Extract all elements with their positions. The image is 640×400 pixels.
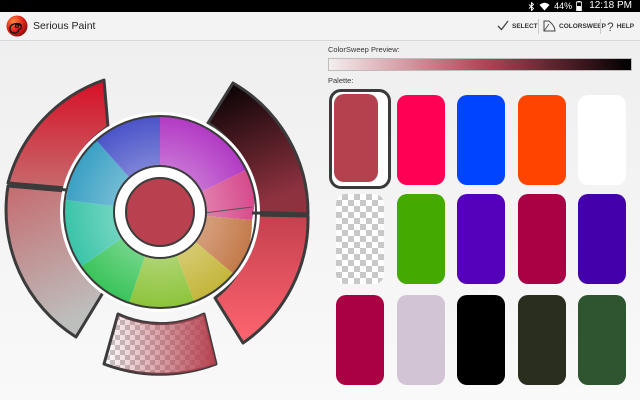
battery-percent: 44% [554, 1, 573, 11]
colorsweep-button[interactable]: COLORSWEEP [543, 18, 606, 35]
action-divider [600, 19, 601, 34]
question-mark-icon: ? [607, 19, 614, 34]
palette-swatch[interactable] [334, 94, 378, 182]
palette-swatch[interactable] [457, 95, 505, 185]
status-bar: 44% 12:18 PM [0, 0, 640, 12]
action-divider [538, 19, 539, 34]
battery-icon [576, 1, 583, 11]
palette-swatch[interactable] [518, 295, 566, 385]
app-title: Serious Paint [33, 20, 96, 32]
palette-swatch[interactable] [578, 295, 626, 385]
colorsweep-label: COLORSWEEP [559, 23, 606, 30]
action-bar: Serious Paint SELECT COLORSWEEP ? HELP [0, 12, 640, 41]
palette-swatch[interactable] [397, 95, 445, 185]
palette-swatch[interactable] [518, 194, 566, 284]
segment-divider [251, 211, 309, 216]
help-label: HELP [616, 23, 635, 30]
palette-swatch[interactable] [336, 295, 384, 385]
color-wheel-editor [4, 78, 310, 376]
palette-swatch[interactable] [457, 194, 505, 284]
palette-swatch[interactable] [518, 95, 566, 185]
help-button[interactable]: ? HELP [607, 18, 634, 35]
colorsweep-icon [543, 20, 556, 34]
bluetooth-icon [528, 1, 535, 11]
spiral-logo-icon[interactable] [6, 15, 28, 37]
checkmark-icon [497, 20, 509, 33]
palette-swatch[interactable] [457, 295, 505, 385]
wifi-icon [539, 2, 550, 11]
palette-swatch[interactable] [578, 194, 626, 284]
colorsweep-preview-label: ColorSweep Preview: [328, 45, 400, 54]
select-label: SELECT [512, 23, 538, 30]
colorsweep-preview-bar [328, 58, 632, 71]
status-icons: 44% 12:18 PM [528, 0, 632, 12]
palette-swatch[interactable] [578, 95, 626, 185]
palette-swatch[interactable] [397, 295, 445, 385]
current-color-swatch[interactable] [125, 177, 195, 247]
palette-swatch-transparent[interactable] [336, 194, 384, 284]
clock: 12:18 PM [589, 0, 632, 11]
select-button[interactable]: SELECT [497, 18, 538, 35]
palette-label: Palette: [328, 76, 354, 85]
palette-swatch[interactable] [397, 194, 445, 284]
